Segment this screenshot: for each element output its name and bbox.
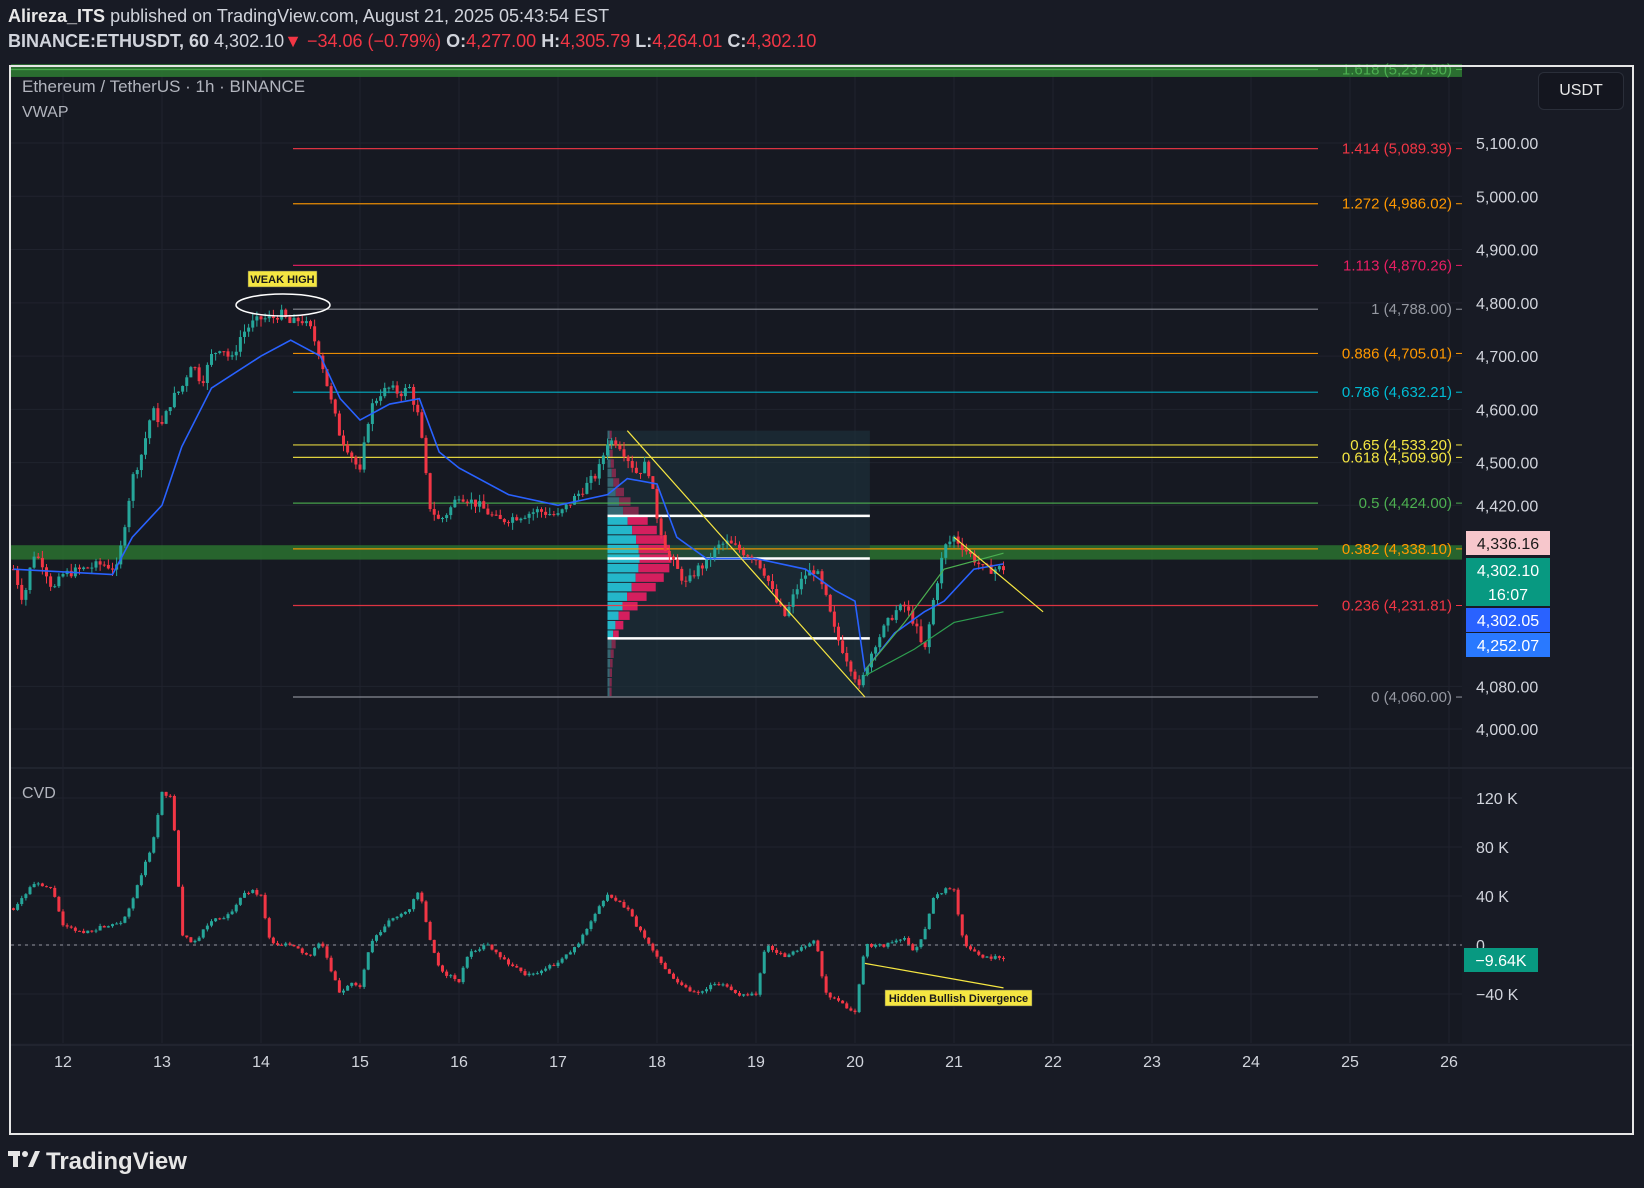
tradingview-logo-icon [8, 1149, 40, 1175]
tradingview-wordmark: TradingView [46, 1148, 187, 1175]
currency-button[interactable]: USDT [1538, 72, 1624, 110]
tradingview-logo[interactable]: TradingView [8, 1148, 187, 1176]
chart-frame [9, 65, 1634, 1135]
